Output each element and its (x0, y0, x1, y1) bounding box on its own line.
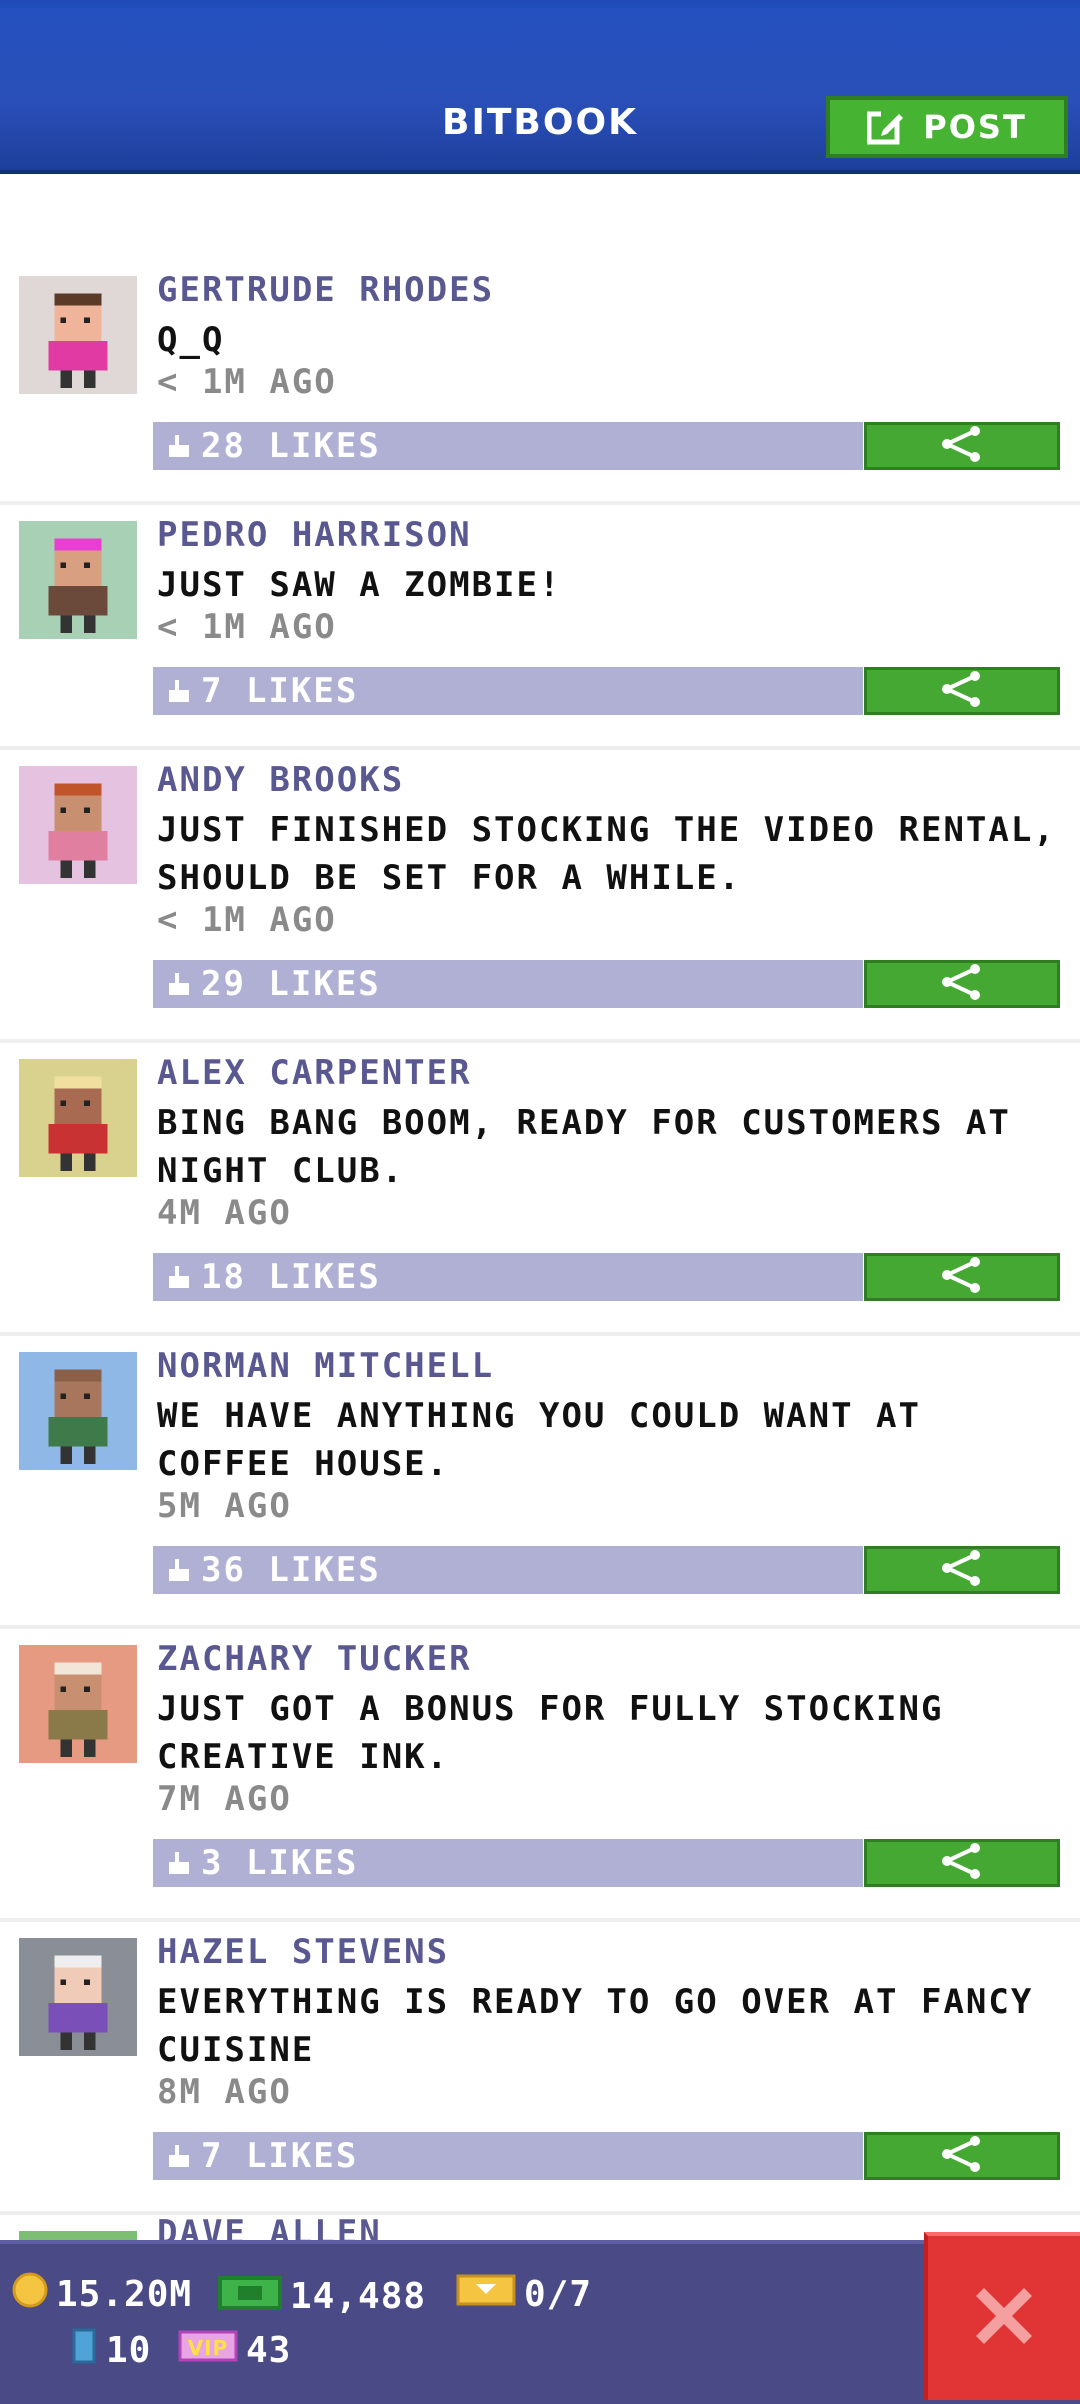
share-button[interactable] (864, 422, 1060, 470)
like-button[interactable]: 29 LIKES (153, 960, 863, 1008)
like-count: 28 LIKES (201, 426, 381, 466)
coins-value: 15.20M (56, 2274, 193, 2315)
thumb-up-icon (163, 1848, 193, 1878)
svg-text:VIP: VIP (188, 2336, 229, 2360)
items-stat: 10 (70, 2328, 151, 2373)
like-button[interactable]: 28 LIKES (153, 422, 863, 470)
vip-value: 43 (246, 2330, 292, 2371)
like-button[interactable]: 18 LIKES (153, 1253, 863, 1301)
thumb-up-icon (163, 676, 193, 706)
share-icon (939, 424, 985, 468)
post-message: Q_Q (157, 320, 225, 360)
close-icon (966, 2278, 1042, 2358)
post-time: 5M AGO (157, 1486, 292, 1526)
feed-post: HAZEL STEVENS EVERYTHING IS READY TO GO … (0, 1922, 1080, 2215)
post-time: < 1M AGO (157, 362, 337, 402)
post-button-label: POST (923, 108, 1027, 146)
post-message: JUST SAW A ZOMBIE! (157, 565, 562, 605)
thumb-up-icon (163, 1555, 193, 1585)
ticket-icon (456, 2272, 516, 2317)
bux-icon (218, 2272, 282, 2321)
author-name[interactable]: ANDY BROOKS (157, 760, 404, 800)
author-name[interactable]: GERTRUDE RHODES (157, 270, 494, 310)
share-icon (939, 2134, 985, 2178)
item-icon (70, 2328, 98, 2373)
coins-stat: 15.20M (12, 2272, 192, 2317)
like-count: 29 LIKES (201, 964, 381, 1004)
vip-icon: VIP (178, 2328, 238, 2373)
like-button[interactable]: 3 LIKES (153, 1839, 863, 1887)
like-button[interactable]: 36 LIKES (153, 1546, 863, 1594)
share-icon (939, 1548, 985, 1592)
post-message: JUST GOT A BONUS FOR FULLY STOCKING CREA… (157, 1689, 944, 1777)
share-icon (939, 962, 985, 1006)
share-button[interactable] (864, 1546, 1060, 1594)
feed-post: ANDY BROOKS JUST FINISHED STOCKING THE V… (0, 750, 1080, 1043)
share-button[interactable] (864, 2132, 1060, 2180)
avatar[interactable] (19, 1352, 137, 1470)
avatar[interactable] (19, 1059, 137, 1177)
author-name[interactable]: ALEX CARPENTER (157, 1053, 472, 1093)
bux-stat: 14,488 (218, 2272, 426, 2321)
coin-icon (12, 2272, 48, 2317)
thumb-up-icon (163, 969, 193, 999)
share-icon (939, 1255, 985, 1299)
post-time: 7M AGO (157, 1779, 292, 1819)
post-message: BING BANG BOOM, READY FOR CUSTOMERS AT N… (157, 1103, 1011, 1191)
header: BITBOOK POST (0, 0, 1080, 174)
avatar[interactable] (19, 766, 137, 884)
feed-post: GERTRUDE RHODES Q_Q < 1M AGO 28 LIKES (0, 260, 1080, 505)
post-time: < 1M AGO (157, 607, 337, 647)
post-time: 4M AGO (157, 1193, 292, 1233)
feed-post: ALEX CARPENTER BING BANG BOOM, READY FOR… (0, 1043, 1080, 1336)
avatar[interactable] (19, 521, 137, 639)
items-value: 10 (106, 2330, 152, 2371)
like-button[interactable]: 7 LIKES (153, 2132, 863, 2180)
like-button[interactable]: 7 LIKES (153, 667, 863, 715)
author-name[interactable]: ZACHARY TUCKER (157, 1639, 472, 1679)
avatar[interactable] (19, 1645, 137, 1763)
edit-icon (867, 108, 905, 146)
like-count: 36 LIKES (201, 1550, 381, 1590)
post-message: JUST FINISHED STOCKING THE VIDEO RENTAL,… (157, 810, 1056, 898)
share-icon (939, 669, 985, 713)
share-icon (939, 1841, 985, 1885)
next-post-peek: DAVE ALLEN (0, 2213, 1080, 2243)
avatar[interactable] (19, 276, 137, 394)
bux-value: 14,488 (290, 2276, 427, 2317)
like-count: 18 LIKES (201, 1257, 381, 1297)
thumb-up-icon (163, 2141, 193, 2171)
like-count: 3 LIKES (201, 1843, 359, 1883)
tickets-value: 0/7 (524, 2274, 593, 2315)
like-count: 7 LIKES (201, 2136, 359, 2176)
avatar[interactable] (19, 1938, 137, 2056)
status-bar: 15.20M 14,488 0/7 10 VIP 43 (0, 2240, 1080, 2404)
share-button[interactable] (864, 1253, 1060, 1301)
like-count: 7 LIKES (201, 671, 359, 711)
thumb-up-icon (163, 1262, 193, 1292)
feed-post: NORMAN MITCHELL WE HAVE ANYTHING YOU COU… (0, 1336, 1080, 1629)
post-time: 8M AGO (157, 2072, 292, 2112)
post-button[interactable]: POST (826, 96, 1068, 158)
post-message: WE HAVE ANYTHING YOU COULD WANT AT COFFE… (157, 1396, 921, 1484)
post-time: < 1M AGO (157, 900, 337, 940)
thumb-up-icon (163, 431, 193, 461)
share-button[interactable] (864, 1839, 1060, 1887)
next-post-name: DAVE ALLEN (157, 2213, 382, 2243)
author-name[interactable]: HAZEL STEVENS (157, 1932, 449, 1972)
share-button[interactable] (864, 960, 1060, 1008)
tickets-stat: 0/7 (456, 2272, 592, 2317)
post-message: EVERYTHING IS READY TO GO OVER AT FANCY … (157, 1982, 1034, 2070)
feed-post: ZACHARY TUCKER JUST GOT A BONUS FOR FULL… (0, 1629, 1080, 1922)
author-name[interactable]: NORMAN MITCHELL (157, 1346, 494, 1386)
close-button[interactable] (924, 2232, 1080, 2400)
vip-stat: VIP 43 (178, 2328, 291, 2373)
share-button[interactable] (864, 667, 1060, 715)
author-name[interactable]: PEDRO HARRISON (157, 515, 472, 555)
feed-post: PEDRO HARRISON JUST SAW A ZOMBIE! < 1M A… (0, 505, 1080, 750)
